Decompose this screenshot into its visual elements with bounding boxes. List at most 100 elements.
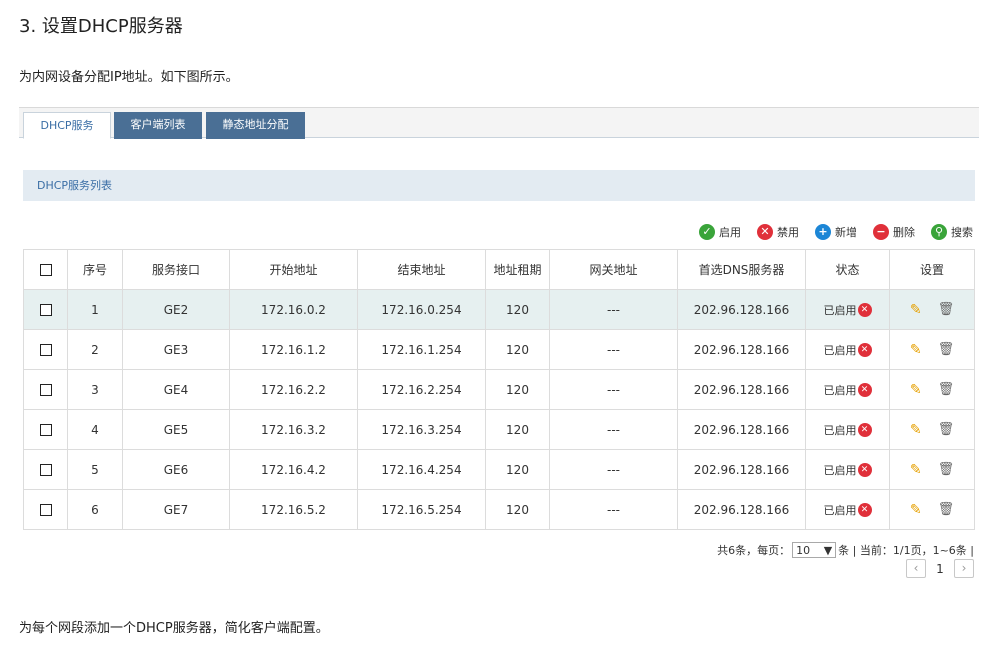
row-checkbox[interactable] — [39, 344, 52, 356]
minus-circle-icon: − — [873, 224, 889, 240]
status-text: 已启用 — [823, 343, 857, 357]
row-checkbox[interactable] — [39, 464, 52, 476]
status-text: 已启用 — [823, 303, 857, 317]
cell-start-address: 172.16.5.2 — [229, 489, 358, 530]
edit-pencil-icon[interactable]: ✎ — [910, 462, 922, 478]
row-actions: ✎ 🗑 — [910, 382, 954, 398]
delete-trash-icon[interactable]: 🗑 — [938, 302, 955, 317]
cell-gateway: --- — [549, 289, 678, 330]
cell-index: 4 — [67, 409, 123, 450]
disable-x-icon[interactable]: ✕ — [857, 302, 872, 317]
cell-settings: ✎ 🗑 — [889, 409, 975, 450]
col-settings: 设置 — [889, 249, 975, 290]
cell-gateway: --- — [549, 409, 678, 450]
delete-button[interactable]: − 删除 — [873, 222, 915, 242]
cell-status: 已启用 ✕ — [805, 449, 890, 490]
cell-interface: GE5 — [122, 409, 230, 450]
col-dns: 首选DNS服务器 — [677, 249, 806, 290]
row-actions: ✎ 🗑 — [910, 502, 954, 518]
page-heading: 3. 设置DHCP服务器 — [19, 16, 183, 37]
cell-interface: GE2 — [122, 289, 230, 330]
cell-end-address: 172.16.0.254 — [357, 289, 486, 330]
search-button[interactable]: ⚲ 搜索 — [931, 222, 973, 242]
cell-index: 2 — [67, 329, 123, 370]
enable-label: 启用 — [719, 226, 741, 239]
search-circle-icon: ⚲ — [931, 224, 947, 240]
disable-x-icon[interactable]: ✕ — [857, 342, 872, 357]
edit-pencil-icon[interactable]: ✎ — [910, 502, 922, 518]
row-checkbox[interactable] — [39, 424, 52, 436]
disable-label: 禁用 — [777, 226, 799, 239]
enable-button[interactable]: ✓ 启用 — [699, 222, 741, 242]
tab-bar: DHCP服务 客户端列表 静态地址分配 — [19, 107, 979, 139]
outro-text: 为每个网段添加一个DHCP服务器，简化客户端配置。 — [19, 621, 329, 636]
current-page-number[interactable]: 1 — [932, 562, 948, 576]
cell-start-address: 172.16.3.2 — [229, 409, 358, 450]
row-actions: ✎ 🗑 — [910, 342, 954, 358]
cell-lease: 120 — [485, 369, 550, 410]
select-all-checkbox[interactable] — [39, 264, 52, 276]
row-checkbox[interactable] — [39, 384, 52, 396]
col-status: 状态 — [805, 249, 890, 290]
col-lease: 地址租期 — [485, 249, 550, 290]
cell-status: 已启用 ✕ — [805, 369, 890, 410]
cell-index: 1 — [67, 289, 123, 330]
per-page-value: 10 — [796, 543, 811, 557]
prev-page-button[interactable]: ‹ — [906, 559, 926, 578]
edit-pencil-icon[interactable]: ✎ — [910, 342, 922, 358]
cell-interface: GE4 — [122, 369, 230, 410]
plus-circle-icon: + — [815, 224, 831, 240]
disable-x-icon[interactable]: ✕ — [857, 382, 872, 397]
table-row[interactable]: 6 GE7 172.16.5.2 172.16.5.254 120 --- 202.96.1… — [23, 489, 975, 530]
status-text: 已启用 — [823, 503, 857, 517]
disable-x-icon[interactable]: ✕ — [857, 462, 872, 477]
cell-lease: 120 — [485, 289, 550, 330]
cell-lease: 120 — [485, 489, 550, 530]
delete-trash-icon[interactable]: 🗑 — [938, 342, 955, 357]
table-header: 序号 服务接口 开始地址 结束地址 地址租期 网关地址 首选DNS服务器 状态 … — [23, 249, 975, 290]
edit-pencil-icon[interactable]: ✎ — [910, 382, 922, 398]
cell-gateway: --- — [549, 489, 678, 530]
edit-pencil-icon[interactable]: ✎ — [910, 302, 922, 318]
disable-x-icon[interactable]: ✕ — [857, 422, 872, 437]
per-page-select[interactable]: 10 ▼ — [792, 542, 837, 558]
cell-lease: 120 — [485, 449, 550, 490]
tab-client-list[interactable]: 客户端列表 — [114, 112, 202, 139]
table-row[interactable]: 4 GE5 172.16.3.2 172.16.3.254 120 --- 202.96.1… — [23, 409, 975, 450]
intro-text: 为内网设备分配IP地址。如下图所示。 — [19, 70, 239, 85]
table-row[interactable]: 2 GE3 172.16.1.2 172.16.1.254 120 --- 202.96.1… — [23, 329, 975, 370]
table-row[interactable]: 5 GE6 172.16.4.2 172.16.4.254 120 --- 202.96.1… — [23, 449, 975, 490]
row-select-cell — [23, 369, 68, 410]
cell-index: 6 — [67, 489, 123, 530]
tab-dhcp-service[interactable]: DHCP服务 — [23, 112, 111, 139]
edit-pencil-icon[interactable]: ✎ — [910, 422, 922, 438]
cell-status: 已启用 ✕ — [805, 489, 890, 530]
status-group: 已启用 ✕ — [824, 342, 872, 358]
col-index: 序号 — [67, 249, 123, 290]
cell-interface: GE7 — [122, 489, 230, 530]
disable-x-icon[interactable]: ✕ — [857, 502, 872, 517]
pager-nav: ‹ 1 › — [906, 559, 974, 578]
status-group: 已启用 ✕ — [824, 302, 872, 318]
tab-static-address[interactable]: 静态地址分配 — [206, 112, 305, 139]
cell-settings: ✎ 🗑 — [889, 289, 975, 330]
delete-trash-icon[interactable]: 🗑 — [938, 462, 955, 477]
row-checkbox[interactable] — [39, 504, 52, 516]
table-row[interactable]: 3 GE4 172.16.2.2 172.16.2.254 120 --- 202.96.1… — [23, 369, 975, 410]
cell-start-address: 172.16.1.2 — [229, 329, 358, 370]
delete-trash-icon[interactable]: 🗑 — [938, 502, 955, 517]
cell-dns: 202.96.128.166 — [677, 409, 806, 450]
table-row[interactable]: 1 GE2 172.16.0.2 172.16.0.254 120 --- 202.96.1… — [23, 289, 975, 330]
disable-button[interactable]: ✕ 禁用 — [757, 222, 799, 242]
delete-trash-icon[interactable]: 🗑 — [938, 422, 955, 437]
dropdown-arrow-icon: ▼ — [823, 543, 833, 557]
delete-trash-icon[interactable]: 🗑 — [938, 382, 955, 397]
cell-status: 已启用 ✕ — [805, 329, 890, 370]
toolbar: ✓ 启用 ✕ 禁用 + 新增 − 删除 ⚲ 搜索 — [699, 222, 973, 242]
next-page-button[interactable]: › — [954, 559, 974, 578]
add-button[interactable]: + 新增 — [815, 222, 857, 242]
row-checkbox[interactable] — [39, 304, 52, 316]
status-group: 已启用 ✕ — [824, 502, 872, 518]
status-text: 已启用 — [823, 463, 857, 477]
section-title: DHCP服务列表 — [23, 170, 975, 201]
